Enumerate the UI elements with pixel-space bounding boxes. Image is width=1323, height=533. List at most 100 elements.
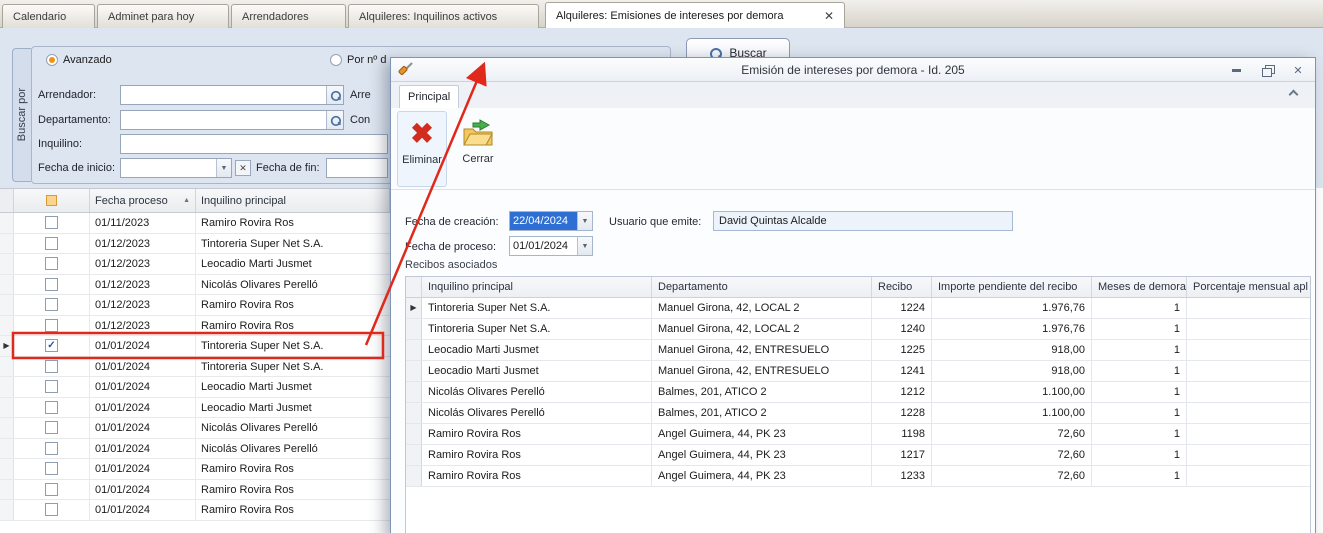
tab-emisiones-intereses[interactable]: Alquileres: Emisiones de intereses por d… — [545, 2, 845, 28]
clear-fecha-icon[interactable]: ✕ — [235, 160, 251, 176]
column-header[interactable]: Recibo — [872, 277, 932, 297]
departamento-lookup-button[interactable] — [326, 111, 343, 129]
departamento-label: Departamento: — [38, 110, 111, 130]
cerrar-button[interactable]: Cerrar — [453, 111, 503, 187]
close-button[interactable]: ✕ — [1291, 63, 1305, 77]
grid-row[interactable]: ▶Tintoreria Super Net S.A.Manuel Girona,… — [406, 298, 1310, 319]
checkbox[interactable] — [45, 483, 58, 496]
fecha-fin-input[interactable] — [326, 158, 388, 178]
tab-inquilinos-activos[interactable]: Alquileres: Inquilinos activos — [348, 4, 539, 28]
table-row[interactable]: 01/12/2023Nicolás Olivares Perelló — [0, 275, 390, 296]
usuario-input[interactable]: David Quintas Alcalde — [713, 211, 1013, 231]
close-tab-icon[interactable]: ✕ — [824, 9, 834, 23]
row-checkbox-cell[interactable] — [14, 439, 90, 459]
grid-row[interactable]: Ramiro Rovira RosAngel Guimera, 44, PK 2… — [406, 466, 1310, 487]
row-indicator — [406, 403, 422, 423]
arrendador-input[interactable] — [120, 85, 344, 105]
row-checkbox-cell[interactable] — [14, 418, 90, 438]
row-checkbox-cell[interactable] — [14, 275, 90, 295]
table-row[interactable]: 01/01/2024Leocadio Marti Jusmet — [0, 398, 390, 419]
grid-cell — [1187, 403, 1311, 423]
table-row[interactable]: 01/01/2024Leocadio Marti Jusmet — [0, 377, 390, 398]
fecha-proceso-input[interactable]: 01/01/2024 ▼ — [509, 236, 593, 256]
row-checkbox-cell[interactable] — [14, 316, 90, 336]
table-row[interactable]: 01/01/2024Ramiro Rovira Ros — [0, 480, 390, 501]
radio-avanzado[interactable]: Avanzado — [46, 53, 112, 67]
minimize-button[interactable] — [1229, 63, 1243, 77]
row-checkbox-cell[interactable] — [14, 459, 90, 479]
column-header[interactable]: Porcentaje mensual apl — [1187, 277, 1311, 297]
table-row[interactable]: 01/12/2023Leocadio Marti Jusmet — [0, 254, 390, 275]
table-row[interactable]: 01/11/2023Ramiro Rovira Ros — [0, 213, 390, 234]
row-checkbox-cell[interactable] — [14, 357, 90, 377]
checkbox[interactable] — [45, 257, 58, 270]
row-checkbox-cell[interactable] — [14, 234, 90, 254]
checkbox[interactable] — [45, 319, 58, 332]
arrendador-lookup-button[interactable] — [326, 86, 343, 104]
grid-cell — [1187, 466, 1311, 486]
checkbox[interactable] — [45, 421, 58, 434]
tab-principal[interactable]: Principal — [399, 85, 459, 108]
row-checkbox-cell[interactable] — [14, 480, 90, 500]
table-row[interactable]: 01/01/2024Ramiro Rovira Ros — [0, 459, 390, 480]
grid-cell: Angel Guimera, 44, PK 23 — [652, 424, 872, 444]
radio-por-numero[interactable]: Por nº d — [330, 53, 386, 67]
column-header[interactable]: Meses de demora — [1092, 277, 1187, 297]
table-row[interactable]: 01/01/2024Nicolás Olivares Perelló — [0, 418, 390, 439]
row-checkbox-cell[interactable] — [14, 500, 90, 520]
dropdown-icon[interactable]: ▼ — [577, 237, 592, 255]
dropdown-icon[interactable]: ▼ — [216, 159, 231, 177]
row-checkbox-cell[interactable] — [14, 254, 90, 274]
row-checkbox-cell[interactable] — [14, 295, 90, 315]
column-header-inquilino[interactable]: Inquilino principal — [196, 189, 390, 212]
departamento-input[interactable] — [120, 110, 344, 130]
grid-row[interactable]: Nicolás Olivares PerellóBalmes, 201, ATI… — [406, 382, 1310, 403]
inquilino-input[interactable] — [120, 134, 388, 154]
row-checkbox-cell[interactable] — [14, 213, 90, 233]
grid-row[interactable]: Leocadio Marti JusmetManuel Girona, 42, … — [406, 340, 1310, 361]
checkbox[interactable] — [45, 442, 58, 455]
checkbox[interactable] — [45, 237, 58, 250]
checkbox[interactable] — [45, 298, 58, 311]
grid-cell: 1198 — [872, 424, 932, 444]
table-row[interactable]: ▶✓01/01/2024Tintoreria Super Net S.A. — [0, 336, 390, 357]
checkbox[interactable] — [45, 360, 58, 373]
table-row[interactable]: 01/12/2023Tintoreria Super Net S.A. — [0, 234, 390, 255]
eliminar-button[interactable]: ✖ Eliminar — [397, 111, 447, 187]
row-checkbox-cell[interactable]: ✓ — [14, 336, 90, 356]
checkbox[interactable]: ✓ — [45, 339, 58, 352]
fecha-creacion-input[interactable]: 22/04/2024 ▼ — [509, 211, 593, 231]
collapse-ribbon-icon[interactable] — [1290, 91, 1297, 98]
tab-arrendadores[interactable]: Arrendadores — [231, 4, 346, 28]
row-checkbox-cell[interactable] — [14, 398, 90, 418]
table-row[interactable]: 01/01/2024Nicolás Olivares Perelló — [0, 439, 390, 460]
dropdown-icon[interactable]: ▼ — [577, 212, 592, 230]
checkbox[interactable] — [45, 380, 58, 393]
row-checkbox-cell[interactable] — [14, 377, 90, 397]
select-all-checkbox[interactable] — [14, 189, 90, 212]
column-header[interactable]: Departamento — [652, 277, 872, 297]
grid-row[interactable]: Ramiro Rovira RosAngel Guimera, 44, PK 2… — [406, 424, 1310, 445]
grid-row[interactable]: Nicolás Olivares PerellóBalmes, 201, ATI… — [406, 403, 1310, 424]
table-row[interactable]: 01/12/2023Ramiro Rovira Ros — [0, 295, 390, 316]
checkbox[interactable] — [45, 462, 58, 475]
grid-row[interactable]: Leocadio Marti JusmetManuel Girona, 42, … — [406, 361, 1310, 382]
maximize-button[interactable] — [1260, 63, 1274, 77]
tab-calendario[interactable]: Calendario — [2, 4, 95, 28]
dialog-titlebar[interactable]: Emisión de intereses por demora - Id. 20… — [391, 58, 1315, 82]
table-row[interactable]: 01/01/2024Ramiro Rovira Ros — [0, 500, 390, 521]
column-header[interactable]: Inquilino principal — [422, 277, 652, 297]
checkbox[interactable] — [45, 278, 58, 291]
tab-adminet[interactable]: Adminet para hoy — [97, 4, 229, 28]
grid-row[interactable]: Ramiro Rovira RosAngel Guimera, 44, PK 2… — [406, 445, 1310, 466]
fecha-inicio-input[interactable]: ▼ — [120, 158, 232, 178]
column-header-fecha-proceso[interactable]: Fecha proceso ▲ — [90, 189, 196, 212]
buscar-por-side-tab[interactable]: Buscar por — [12, 48, 31, 182]
checkbox[interactable] — [45, 503, 58, 516]
table-row[interactable]: 01/12/2023Ramiro Rovira Ros — [0, 316, 390, 337]
checkbox[interactable] — [45, 216, 58, 229]
table-row[interactable]: 01/01/2024Tintoreria Super Net S.A. — [0, 357, 390, 378]
column-header[interactable]: Importe pendiente del recibo — [932, 277, 1092, 297]
checkbox[interactable] — [45, 401, 58, 414]
grid-row[interactable]: Tintoreria Super Net S.A.Manuel Girona, … — [406, 319, 1310, 340]
